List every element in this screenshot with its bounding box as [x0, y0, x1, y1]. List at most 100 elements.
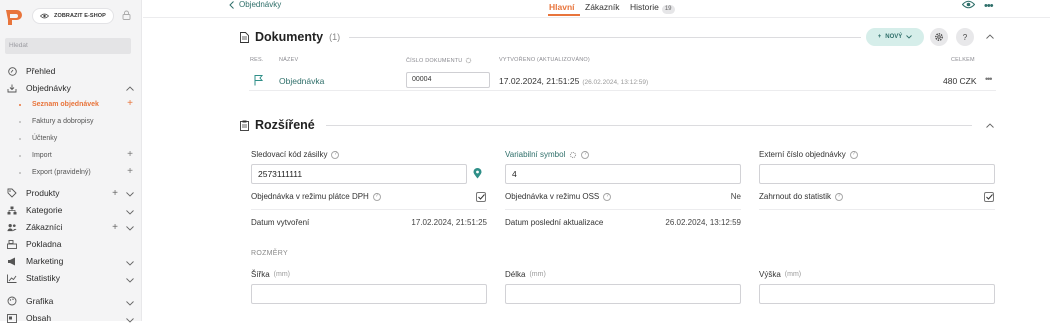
width-input[interactable]	[251, 284, 487, 304]
width-label-text: Šířka	[251, 270, 270, 279]
document-number-input[interactable]: 00004	[406, 72, 490, 88]
sidebar-subitem-import[interactable]: Import +	[0, 149, 142, 162]
chevron-up-icon[interactable]	[126, 85, 134, 91]
chevron-down-icon[interactable]	[126, 317, 134, 323]
chevron-down-icon[interactable]	[126, 191, 134, 197]
width-unit: (mm)	[273, 271, 290, 278]
height-input[interactable]	[759, 284, 995, 304]
gear-icon	[935, 33, 943, 41]
sidebar-item-label: Marketing	[26, 256, 64, 266]
plus-icon[interactable]: +	[127, 98, 133, 109]
sidebar-item-produkty[interactable]: Produkty +	[0, 188, 142, 199]
row-more-icon[interactable]: •••	[985, 74, 993, 84]
show-eshop-button[interactable]: ZOBRAZIT E-SHOP	[32, 8, 114, 24]
active-tab-indicator	[548, 14, 580, 16]
bullet-icon	[19, 121, 21, 123]
bullet-icon	[19, 104, 21, 106]
plus-icon[interactable]: +	[112, 188, 118, 199]
search-input[interactable]: Hledat	[5, 38, 131, 54]
megaphone-icon	[7, 256, 17, 266]
document-name-link[interactable]: Objednávka	[279, 76, 324, 86]
sidebar-item-zakaznici[interactable]: Zákazníci +	[0, 222, 142, 233]
plus-icon: +	[877, 34, 882, 40]
document-created-date: 17.02.2024, 21:51:25	[499, 76, 580, 86]
users-icon	[7, 222, 17, 232]
sidebar-item-objednavky[interactable]: Objednávky	[0, 83, 142, 93]
question-icon[interactable]: ?	[581, 150, 590, 159]
help-button[interactable]: ?	[956, 28, 974, 46]
divider	[249, 90, 996, 91]
question-icon[interactable]: ?	[849, 150, 858, 159]
chevron-down-icon[interactable]	[126, 300, 134, 306]
logo-icon[interactable]	[4, 7, 24, 27]
chevron-down-icon[interactable]	[126, 209, 134, 215]
collapse-documents-icon[interactable]	[986, 34, 994, 39]
sidebar-subitem-uctenky[interactable]: Účtenky	[0, 135, 142, 145]
gear-icon[interactable]	[569, 151, 577, 159]
divider	[251, 209, 487, 210]
back-link[interactable]: Objednávky	[229, 0, 281, 9]
tab-hlavni[interactable]: Hlavní	[549, 2, 575, 12]
divider	[349, 37, 861, 38]
sitemap-icon	[7, 205, 17, 215]
sidebar-subitem-seznam-objednavek[interactable]: Seznam objednávek +	[0, 98, 142, 111]
tracking-code-label: Sledovací kód zásilky ?	[251, 150, 340, 159]
content-icon	[7, 313, 17, 323]
sidebar-item-label: Přehled	[26, 66, 56, 76]
sidebar-item-statistiky[interactable]: Statistiky	[0, 273, 142, 283]
stats-checkbox[interactable]	[984, 192, 994, 202]
collapse-extended-icon[interactable]	[986, 123, 994, 128]
sidebar-item-prehled[interactable]: Přehled	[0, 66, 142, 76]
tracking-code-input[interactable]: 2573111111	[251, 164, 467, 184]
documents-count: (1)	[329, 32, 341, 42]
sidebar-subitem-label: Seznam objednávek	[32, 101, 99, 108]
flag-icon[interactable]	[254, 75, 264, 86]
question-icon[interactable]: ?	[331, 150, 340, 159]
question-icon[interactable]: ?	[372, 192, 381, 201]
tab-historie[interactable]: Historie 19	[630, 2, 675, 14]
sidebar-subitem-faktury[interactable]: Faktury a dobropisy	[0, 118, 142, 128]
checkmark-icon	[477, 194, 485, 200]
length-input[interactable]	[505, 284, 741, 304]
chevron-left-icon	[229, 0, 234, 9]
plus-icon[interactable]: +	[112, 222, 118, 233]
external-number-input[interactable]	[759, 164, 995, 184]
lock-icon[interactable]	[122, 10, 131, 20]
chevron-down-icon[interactable]	[126, 277, 134, 283]
document-created: 17.02.2024, 21:51:25 (26.02.2024, 13:12:5…	[499, 76, 648, 86]
clipboard-icon	[240, 120, 249, 131]
show-eshop-label: ZOBRAZIT E-SHOP	[54, 13, 106, 19]
settings-button[interactable]	[930, 28, 948, 46]
updated-date-label: Datum poslední aktualizace	[505, 218, 604, 227]
bullet-icon	[19, 138, 21, 140]
question-icon[interactable]: ?	[603, 192, 612, 201]
document-updated-date: (26.02.2024, 13:12:59)	[582, 79, 649, 86]
bullet-icon	[19, 172, 21, 174]
question-icon[interactable]: ?	[835, 192, 844, 201]
new-document-button[interactable]: + NOVÝ	[866, 28, 924, 46]
chevron-down-icon[interactable]	[126, 225, 134, 231]
length-unit: (mm)	[529, 271, 546, 278]
plus-icon[interactable]: +	[127, 149, 133, 160]
sidebar-item-marketing[interactable]: Marketing	[0, 256, 142, 266]
oss-label-text: Objednávka v režimu OSS	[505, 192, 600, 201]
sidebar-subitem-export[interactable]: Export (pravidelný) +	[0, 166, 142, 179]
info-icon	[7, 66, 17, 76]
tab-zakaznik[interactable]: Zákazník	[585, 2, 620, 12]
sidebar-item-pokladna[interactable]: Pokladna	[0, 239, 142, 249]
eye-icon[interactable]	[962, 0, 975, 9]
more-options-icon[interactable]: •••	[984, 0, 994, 12]
sidebar-item-grafika[interactable]: Grafika	[0, 296, 142, 306]
column-header-created: VYTVOŘENO (AKTUALIZOVÁNO)	[499, 57, 590, 63]
sidebar-item-label: Produkty	[26, 188, 60, 198]
palette-icon	[7, 296, 17, 306]
plus-icon[interactable]: +	[127, 166, 133, 177]
sidebar-item-kategorie[interactable]: Kategorie	[0, 205, 142, 215]
sidebar-item-obsah[interactable]: Obsah	[0, 313, 142, 323]
chevron-down-icon[interactable]	[126, 260, 134, 266]
vat-payer-checkbox[interactable]	[476, 192, 486, 202]
map-pin-icon[interactable]	[473, 168, 482, 179]
variable-symbol-input[interactable]: 4	[505, 164, 741, 184]
gear-icon[interactable]	[465, 57, 472, 64]
stats-label: Zahrnout do statistik ?	[759, 192, 844, 201]
